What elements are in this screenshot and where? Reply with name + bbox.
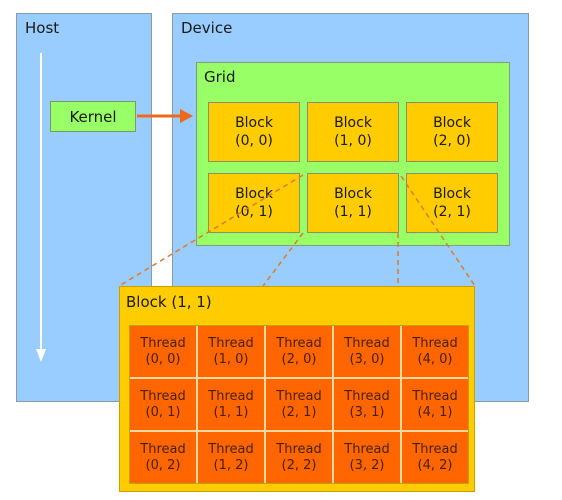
thread-grid: Thread (0, 0) Thread (1, 0) Thread (2, 0) T…	[129, 325, 469, 484]
thread-coord: (1, 2)	[213, 457, 249, 473]
thread-coord: (4, 2)	[417, 457, 453, 473]
thread-cell: Thread (2, 0)	[266, 326, 332, 377]
thread-coord: (0, 2)	[145, 457, 181, 473]
connector-left-inner	[262, 232, 304, 287]
thread-cell: Thread (3, 2)	[334, 432, 400, 483]
thread-coord: (1, 1)	[213, 404, 249, 420]
thread-name: Thread	[412, 335, 458, 351]
thread-coord: (3, 0)	[349, 351, 385, 367]
thread-cell: Thread (0, 1)	[130, 379, 196, 430]
thread-name: Thread	[344, 388, 390, 404]
thread-cell: Thread (4, 2)	[402, 432, 468, 483]
thread-name: Thread	[208, 441, 254, 457]
thread-coord: (2, 0)	[281, 351, 317, 367]
thread-cell: Thread (2, 1)	[266, 379, 332, 430]
thread-cell: Thread (0, 2)	[130, 432, 196, 483]
block-detail: Block (1, 1) Thread (0, 0) Thread (1, 0) T…	[119, 286, 475, 492]
thread-cell: Thread (4, 1)	[402, 379, 468, 430]
thread-coord: (4, 0)	[417, 351, 453, 367]
thread-cell: Thread (3, 1)	[334, 379, 400, 430]
thread-coord: (3, 1)	[349, 404, 385, 420]
thread-coord: (0, 1)	[145, 404, 181, 420]
thread-coord: (1, 0)	[213, 351, 249, 367]
thread-cell: Thread (3, 0)	[334, 326, 400, 377]
thread-coord: (2, 2)	[281, 457, 317, 473]
thread-name: Thread	[140, 335, 186, 351]
thread-cell: Thread (2, 2)	[266, 432, 332, 483]
thread-coord: (2, 1)	[281, 404, 317, 420]
thread-coord: (4, 1)	[417, 404, 453, 420]
thread-name: Thread	[208, 335, 254, 351]
thread-coord: (3, 2)	[349, 457, 385, 473]
thread-name: Thread	[140, 388, 186, 404]
thread-name: Thread	[140, 441, 186, 457]
thread-name: Thread	[276, 441, 322, 457]
thread-name: Thread	[208, 388, 254, 404]
connector-right-outer	[400, 175, 476, 287]
thread-cell: Thread (1, 0)	[198, 326, 264, 377]
thread-name: Thread	[344, 441, 390, 457]
thread-name: Thread	[412, 388, 458, 404]
thread-cell: Thread (1, 1)	[198, 379, 264, 430]
thread-cell: Thread (0, 0)	[130, 326, 196, 377]
thread-name: Thread	[412, 441, 458, 457]
thread-name: Thread	[344, 335, 390, 351]
thread-name: Thread	[276, 335, 322, 351]
thread-cell: Thread (4, 0)	[402, 326, 468, 377]
thread-cell: Thread (1, 2)	[198, 432, 264, 483]
thread-name: Thread	[276, 388, 322, 404]
block-detail-label: Block (1, 1)	[126, 293, 212, 311]
thread-coord: (0, 0)	[145, 351, 181, 367]
